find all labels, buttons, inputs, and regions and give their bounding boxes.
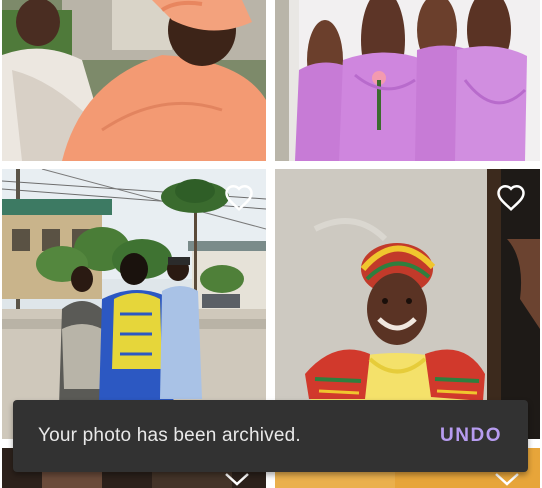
favorite-heart-icon[interactable]: [496, 183, 526, 213]
photo-image: [275, 0, 540, 161]
photo-tile-street-scene[interactable]: [2, 169, 266, 439]
snackbar-message: Your photo has been archived.: [38, 425, 301, 446]
favorite-heart-icon[interactable]: [224, 183, 254, 213]
photo-image: [2, 0, 266, 161]
chevron-down-icon: [494, 472, 520, 486]
snackbar: Your photo has been archived. UNDO: [13, 400, 528, 472]
photo-tile-woman-headwrap[interactable]: [275, 169, 540, 439]
undo-button[interactable]: UNDO: [440, 425, 502, 447]
photo-tile-women-white-orange[interactable]: [2, 0, 266, 161]
photo-tile-bridesmaids-purple[interactable]: [275, 0, 540, 161]
chevron-down-icon: [224, 472, 250, 486]
heart-outline-icon: [225, 184, 253, 211]
heart-outline-icon: [497, 184, 525, 211]
